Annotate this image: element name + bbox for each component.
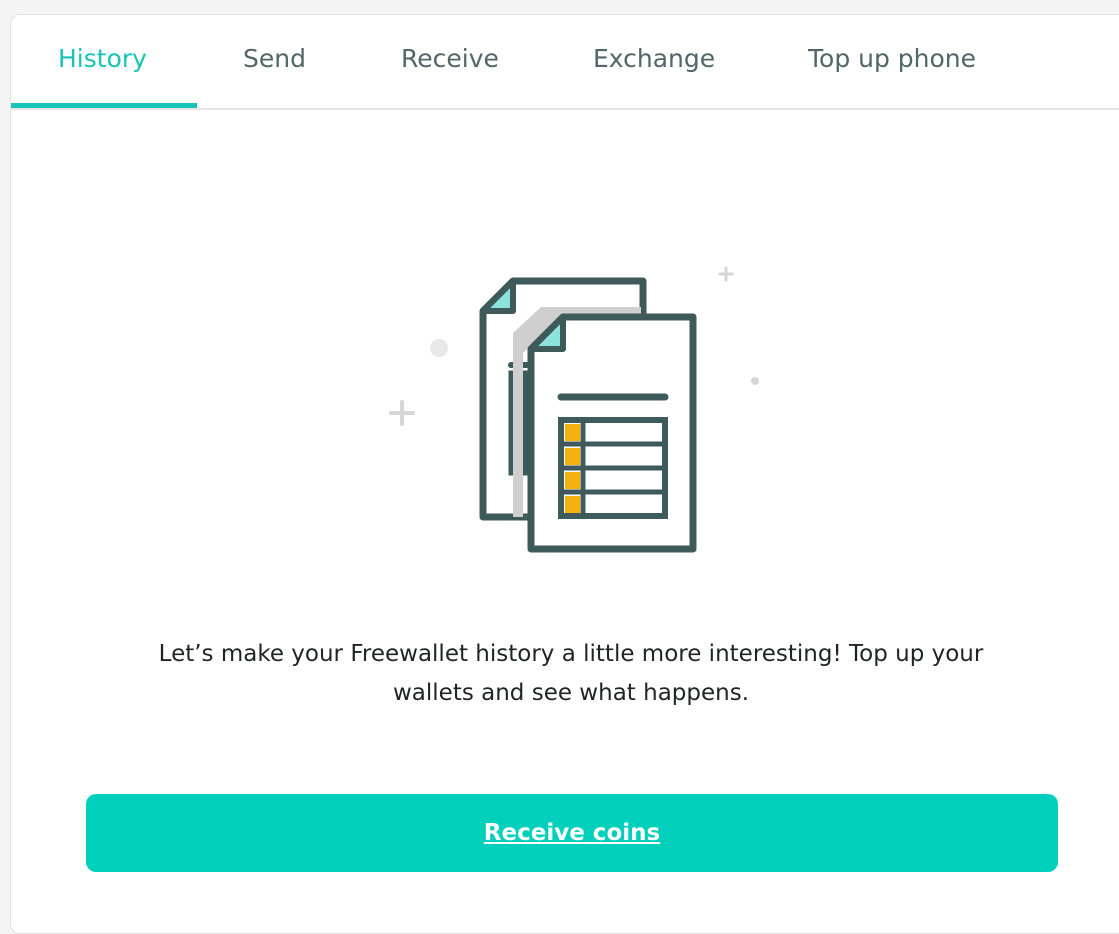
sparkle-plus-icon [389, 400, 415, 426]
tab-bar: History Send Receive Exchange Top up pho… [11, 15, 1119, 110]
sparkle-dot-small-icon [751, 377, 759, 385]
sparkle-plus-small-icon [718, 266, 734, 282]
receive-coins-button[interactable]: Receive coins [86, 794, 1058, 872]
tab-top-up-phone[interactable]: Top up phone [808, 43, 976, 75]
sparkle-dot-icon [430, 339, 448, 357]
empty-history-message-line-2: wallets and see what happens. [392, 680, 750, 706]
tab-history[interactable]: History [58, 43, 147, 75]
tab-exchange[interactable]: Exchange [593, 43, 715, 75]
receive-coins-label: Receive coins [483, 820, 661, 846]
documents-table-icon [383, 255, 783, 555]
history-card: History Send Receive Exchange Top up pho… [10, 14, 1119, 934]
empty-history-message-line-1: Let’s make your Freewallet history a lit… [158, 641, 984, 667]
tab-receive[interactable]: Receive [401, 43, 499, 75]
active-tab-indicator [11, 103, 197, 108]
front-document-icon [527, 313, 697, 553]
empty-history-message: Let’s make your Freewallet history a lit… [101, 635, 1041, 713]
tab-send[interactable]: Send [243, 43, 306, 75]
